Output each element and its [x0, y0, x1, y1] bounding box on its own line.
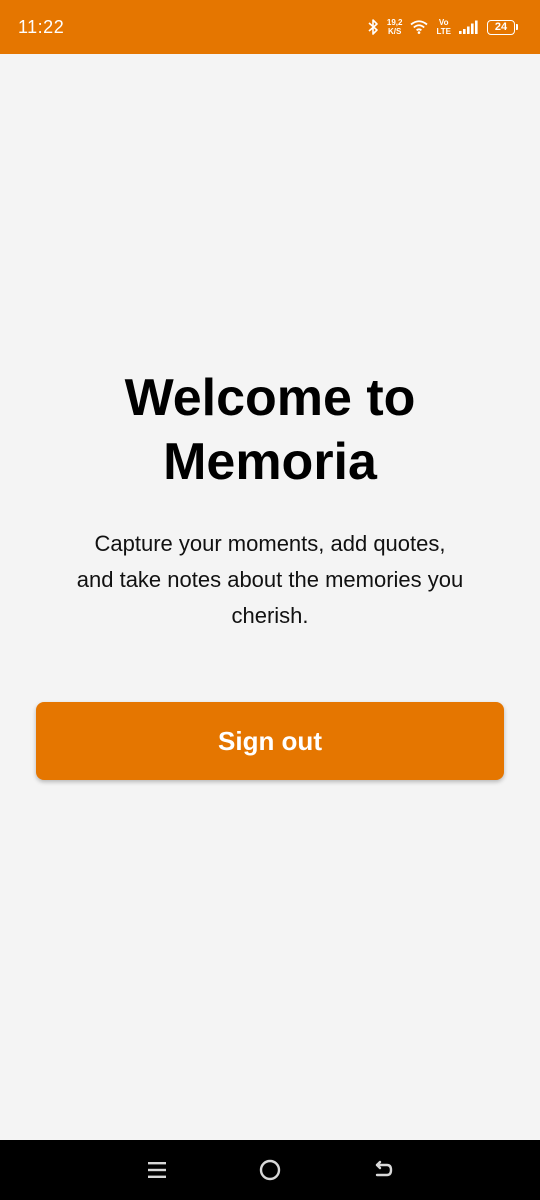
volte-top: Vo — [438, 18, 449, 27]
title-line-2: Memoria — [163, 433, 377, 491]
sign-out-button[interactable]: Sign out — [36, 702, 504, 780]
subtitle-line-3: cherish. — [231, 603, 309, 628]
network-speed-value: 19,2 — [386, 18, 403, 27]
title-line-1: Welcome to — [124, 369, 416, 427]
back-icon[interactable] — [363, 1150, 403, 1190]
menu-icon[interactable] — [137, 1150, 177, 1190]
subtitle-line-1: Capture your moments, add quotes, — [94, 531, 446, 556]
signal-icon — [459, 20, 479, 34]
status-time: 11:22 — [18, 16, 65, 37]
battery-icon: 24 — [487, 19, 518, 35]
status-icons: 19,2 K/S Vo LTE 24 — [367, 18, 518, 36]
volte-bottom: LTE — [436, 27, 451, 36]
volte-indicator: Vo LTE — [436, 18, 451, 36]
main-content: Welcome to Memoria Capture your moments,… — [0, 54, 540, 1140]
home-icon[interactable] — [250, 1150, 290, 1190]
navigation-bar — [0, 1140, 540, 1200]
page-subtitle: Capture your moments, add quotes, and ta… — [50, 526, 490, 634]
status-bar: 11:22 19,2 K/S Vo LTE 24 — [0, 0, 540, 54]
battery-tip — [516, 24, 518, 30]
network-speed: 19,2 K/S — [387, 18, 403, 36]
wifi-icon — [410, 20, 429, 34]
battery-level: 24 — [487, 19, 515, 35]
subtitle-line-2: and take notes about the memories you — [76, 567, 464, 592]
page-title: Welcome to Memoria — [0, 366, 540, 494]
bluetooth-icon — [367, 18, 379, 36]
network-speed-unit: K/S — [388, 27, 402, 36]
